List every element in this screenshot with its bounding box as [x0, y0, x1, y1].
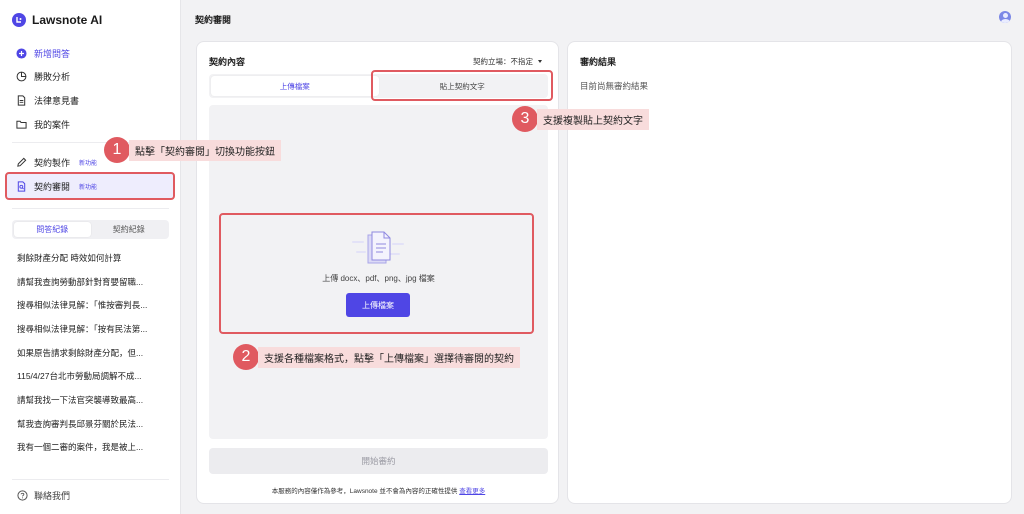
- pie-chart-icon: [16, 71, 27, 81]
- history-list: 剩餘財產分配 時效如何計算 請幫我查詢勞動部針對育嬰留職... 搜尋相似法律見解…: [17, 246, 167, 459]
- tab-qa-history[interactable]: 問答紀錄: [14, 222, 91, 237]
- annotation-marker-1: 1: [104, 137, 130, 163]
- contact-label: 聯絡我們: [34, 491, 71, 501]
- list-item[interactable]: 搜尋相似法律見解：「惟按審判長...: [17, 293, 167, 317]
- folder-icon: [16, 120, 27, 129]
- annotation-note-3: 支援複製貼上契約文字: [537, 109, 649, 130]
- sidebar-divider: [12, 479, 169, 480]
- list-item[interactable]: 幫我查詢審判長邱景芬關於民法...: [17, 412, 167, 436]
- annotation-note-1: 點擊「契約審閱」切換功能按鈕: [129, 140, 281, 161]
- app-name: Lawsnote AI: [32, 13, 103, 27]
- brand[interactable]: Lawsnote AI: [12, 13, 102, 27]
- contact-us-button[interactable]: 聯絡我們: [17, 489, 70, 502]
- list-item[interactable]: 搜尋相似法律見解：「按有民法第...: [17, 317, 167, 341]
- tab-upload-file[interactable]: 上傳檔案: [211, 76, 379, 96]
- nav-item-win-analysis[interactable]: 勝敗分析: [16, 67, 70, 85]
- annotation-marker-2: 2: [233, 344, 259, 370]
- plus-circle-icon: [16, 47, 27, 59]
- list-item[interactable]: 請幫我查詢勞動部針對育嬰留職...: [17, 270, 167, 294]
- empty-result-text: 目前尚無審約結果: [580, 81, 649, 91]
- list-item[interactable]: 請幫我找一下法官突襲導致最高...: [17, 388, 167, 412]
- new-feature-badge: 新功能: [79, 160, 98, 167]
- nav-item-contract-draft[interactable]: 契約製作 新功能: [16, 153, 97, 171]
- list-item[interactable]: 如果原告請求剩餘財產分配，但...: [17, 341, 167, 365]
- nav-label-my-cases: 我的案件: [34, 119, 71, 130]
- lawsnote-logo-icon: [12, 13, 26, 27]
- disclaimer-text: 本服務的內容僅作為參考，Lawsnote 並不會為內容的正確性提供: [271, 488, 458, 495]
- disclaimer: 本服務的內容僅作為參考，Lawsnote 並不會為內容的正確性提供 查看更多: [197, 485, 560, 495]
- nav-item-legal-opinion[interactable]: 法律意見書: [16, 91, 79, 109]
- pencil-icon: [17, 157, 27, 167]
- avatar[interactable]: [999, 11, 1011, 23]
- history-tabs: 問答紀錄 契約紀錄: [12, 220, 169, 239]
- contract-stance-select[interactable]: 契約立場：不指定: [473, 56, 542, 67]
- list-item[interactable]: 我有一個二審的案件，我是被上...: [17, 436, 167, 460]
- chevron-down-icon: [538, 60, 542, 63]
- annotation-highlight-1: [5, 172, 175, 200]
- document-icon: [17, 94, 26, 106]
- page-title: 契約審閱: [195, 15, 232, 25]
- nav-label-legal-opinion: 法律意見書: [34, 95, 80, 106]
- annotation-note-2: 支援各種檔案格式，點擊「上傳檔案」選擇待審閱的契約: [258, 347, 520, 368]
- see-more-link[interactable]: 查看更多: [459, 488, 485, 495]
- tab-contract-history[interactable]: 契約紀錄: [91, 222, 168, 237]
- new-question-label: 新增問答: [34, 48, 71, 59]
- list-item[interactable]: 115/4/27台北市勞動局調解不成...: [17, 364, 167, 388]
- annotation-highlight-3: [371, 70, 553, 101]
- contract-content-title: 契約內容: [209, 57, 246, 67]
- review-result-title: 審約結果: [580, 57, 617, 67]
- start-review-button[interactable]: 開始審約: [209, 448, 548, 474]
- list-item[interactable]: 剩餘財產分配 時效如何計算: [17, 246, 167, 270]
- sidebar: Lawsnote AI 新增問答 勝敗分析 法律意見書 我的案件 契約製作 新功…: [0, 0, 181, 514]
- new-question-button[interactable]: 新增問答: [16, 44, 70, 62]
- top-bar: 契約審閱: [182, 0, 1024, 34]
- annotation-marker-3: 3: [512, 106, 538, 132]
- nav-item-my-cases[interactable]: 我的案件: [16, 115, 70, 133]
- sidebar-divider: [12, 208, 169, 209]
- stance-value: 契約立場：不指定: [473, 57, 533, 66]
- annotation-highlight-2: [219, 213, 534, 334]
- nav-label-contract-draft: 契約製作: [34, 157, 71, 168]
- nav-label-win-analysis: 勝敗分析: [34, 71, 71, 82]
- help-circle-icon: [17, 490, 28, 501]
